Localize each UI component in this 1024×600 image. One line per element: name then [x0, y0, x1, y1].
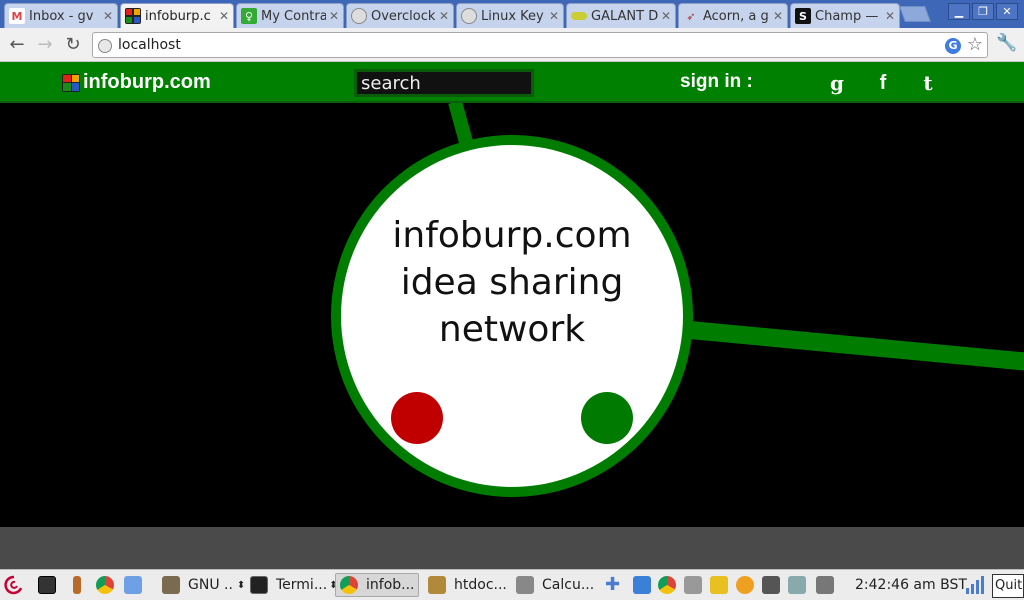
globe-icon — [351, 8, 367, 24]
task-calculator[interactable]: Calcu... — [516, 573, 594, 597]
address-bar[interactable]: localhost G ☆ — [92, 32, 988, 58]
chrome-launcher-icon[interactable] — [96, 573, 122, 597]
galant-icon — [571, 12, 587, 20]
printer-icon[interactable] — [788, 576, 806, 594]
usb-icon[interactable] — [684, 576, 702, 594]
tab-close-icon[interactable]: ✕ — [549, 9, 559, 23]
url-text[interactable]: localhost — [118, 37, 181, 53]
green-vote-button[interactable] — [581, 392, 633, 444]
dropbox-icon[interactable] — [633, 576, 651, 594]
desktop-screen: M Inbox - gv ✕ infoburp.c ✕ ♀ My Contra … — [0, 0, 1024, 600]
twitter-signin-icon[interactable]: t — [917, 72, 939, 94]
network-icon[interactable] — [762, 576, 780, 594]
logo-square-red — [63, 74, 71, 82]
graph-edge-top — [448, 100, 473, 144]
tab-champ[interactable]: S Champ — ✕ — [790, 3, 900, 28]
contract-icon: ♀ — [241, 8, 257, 24]
tab-close-icon[interactable]: ✕ — [773, 9, 783, 23]
tab-close-icon[interactable]: ✕ — [439, 9, 449, 23]
task-label: Calcu... — [542, 577, 595, 593]
desktop-taskbar: GNU .. ⬍ Termi... ⬍ infob... htdoc... Ca… — [0, 569, 1024, 600]
infoburp-icon — [125, 8, 141, 24]
tab-close-icon[interactable]: ✕ — [329, 9, 339, 23]
minimize-icon[interactable]: ▁ — [948, 3, 970, 20]
forward-icon[interactable]: → — [34, 34, 56, 56]
refresh-launcher-icon[interactable] — [124, 573, 150, 597]
tab-infoburp[interactable]: infoburp.c ✕ — [120, 3, 234, 28]
restore-icon[interactable]: ❐ — [972, 3, 994, 20]
back-icon[interactable]: ← — [6, 34, 28, 56]
page-info-icon — [98, 39, 112, 53]
hub-title: infoburp.com idea sharing network — [362, 212, 662, 353]
terminal-icon — [250, 576, 268, 594]
red-vote-button[interactable] — [391, 392, 443, 444]
site-header: infoburp.com sign in : g f t — [0, 62, 1024, 103]
logo-text: infoburp.com — [83, 71, 211, 93]
tab-overclock[interactable]: Overclock ✕ — [346, 3, 454, 28]
tab-close-icon[interactable]: ✕ — [103, 9, 113, 23]
chrome-icon — [340, 576, 358, 594]
tab-close-icon[interactable]: ✕ — [219, 9, 229, 23]
quit-button[interactable]: Quit — [992, 574, 1024, 598]
browser-tab-strip: M Inbox - gv ✕ infoburp.c ✕ ♀ My Contra … — [0, 0, 1024, 28]
globe-icon — [461, 8, 477, 24]
add-icon[interactable]: ✚ — [605, 576, 623, 594]
google-search-icon[interactable]: G — [945, 38, 961, 54]
gmail-icon: M — [9, 8, 25, 24]
hub-title-line: infoburp.com — [392, 215, 632, 256]
graph-edge-right — [689, 321, 1024, 371]
site-logo[interactable]: infoburp.com — [62, 71, 211, 94]
google-signin-icon[interactable]: g — [826, 72, 848, 94]
tab-my-contracts[interactable]: ♀ My Contra ✕ — [236, 3, 344, 28]
task-label: htdoc... — [454, 577, 507, 593]
gimp-icon — [162, 576, 180, 594]
logo-square-green — [63, 83, 71, 91]
task-label: infob... — [366, 577, 415, 593]
reload-icon[interactable]: ↻ — [62, 34, 84, 56]
debian-menu-icon[interactable] — [4, 573, 24, 597]
tab-close-icon[interactable]: ✕ — [885, 9, 895, 23]
task-label: Termi... — [276, 577, 328, 593]
tab-acorn[interactable]: ➶ Acorn, a g ✕ — [678, 3, 788, 28]
acorn-icon: ➶ — [686, 9, 696, 23]
task-chrome[interactable]: infob... — [335, 573, 419, 597]
logo-square-blue — [71, 83, 79, 91]
web-page: infoburp.com sign in : g f t infoburp.co… — [0, 62, 1024, 527]
champ-icon: S — [795, 8, 811, 24]
new-tab-button[interactable] — [899, 6, 931, 22]
sign-in-label: sign in : — [680, 71, 753, 92]
screen-icon[interactable] — [816, 576, 834, 594]
page-footer-band — [0, 527, 1024, 569]
calculator-icon — [516, 576, 534, 594]
hub-title-line: network — [438, 309, 586, 350]
tab-galant[interactable]: GALANT D ✕ — [566, 3, 676, 28]
browser-toolbar: ← → ↻ localhost G ☆ 🔧 — [0, 28, 1024, 62]
wrench-icon[interactable]: 🔧 — [996, 33, 1017, 53]
task-htdocs[interactable]: htdoc... — [428, 573, 507, 597]
paint-launcher-icon[interactable] — [68, 573, 89, 597]
folder-icon — [428, 576, 446, 594]
task-label: GNU .. — [188, 577, 233, 593]
task-terminal[interactable]: Termi... ⬍ — [250, 573, 338, 597]
close-window-icon[interactable]: ✕ — [996, 3, 1018, 20]
settings-sun-icon[interactable] — [736, 576, 754, 594]
site-search-input[interactable] — [354, 69, 534, 97]
tab-linux-key[interactable]: Linux Key ✕ — [456, 3, 564, 28]
wifi-signal-icon — [965, 576, 984, 594]
hub-title-line: idea sharing — [400, 262, 624, 303]
infoburp-logo-icon — [62, 73, 80, 92]
terminal-launcher-icon[interactable] — [38, 573, 64, 597]
updown-arrow-icon: ⬍ — [236, 579, 246, 591]
clock: 2:42:46 am BST — [855, 577, 967, 593]
task-gimp[interactable]: GNU .. ⬍ — [162, 573, 245, 597]
logo-square-orange — [71, 74, 79, 82]
tab-inbox[interactable]: M Inbox - gv ✕ — [4, 3, 118, 28]
facebook-signin-icon[interactable]: f — [872, 72, 894, 94]
chrome-tray-icon[interactable] — [658, 576, 676, 594]
tab-close-icon[interactable]: ✕ — [661, 9, 671, 23]
notes-icon[interactable] — [710, 576, 728, 594]
bookmark-star-icon[interactable]: ☆ — [967, 34, 983, 55]
